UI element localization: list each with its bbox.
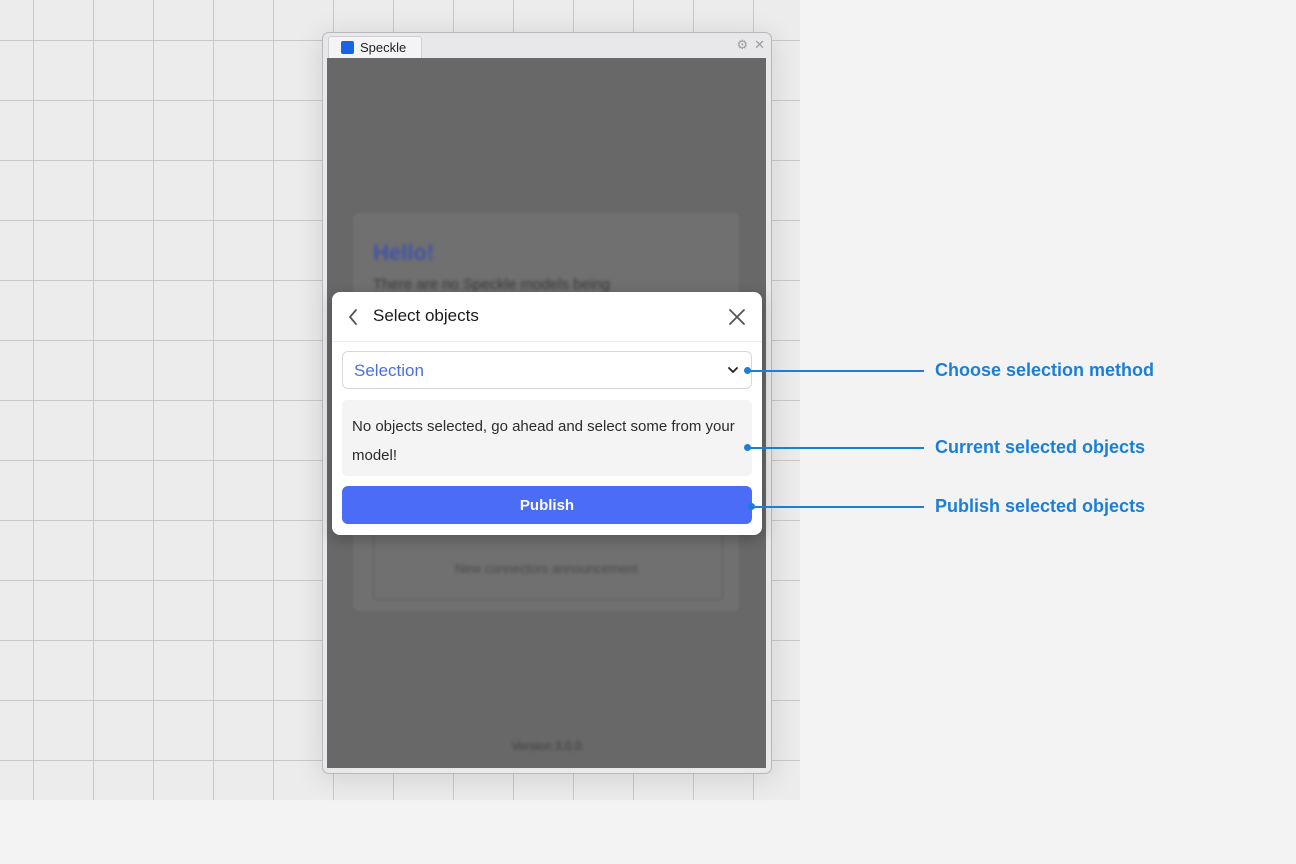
chevron-left-icon[interactable] xyxy=(346,307,360,327)
window-tab[interactable]: Speckle xyxy=(328,36,422,58)
selected-objects-info: No objects selected, go ahead and select… xyxy=(342,400,752,476)
callout-label-selected-objects: Current selected objects xyxy=(935,437,1146,457)
callout-label-selection-method: Choose selection method xyxy=(935,360,1155,380)
select-objects-dialog: Select objects Selection No objects sele… xyxy=(332,292,762,535)
callout-line xyxy=(748,370,924,372)
speckle-logo-icon xyxy=(341,41,354,54)
chevron-down-icon xyxy=(728,367,738,373)
gear-icon[interactable]: ⚙ xyxy=(736,37,748,53)
background-intro-text: There are no Speckle models being xyxy=(373,276,610,293)
selection-method-value: Selection xyxy=(354,361,424,380)
window-controls: ⚙ ✕ xyxy=(736,37,765,53)
background-hello: Hello! xyxy=(373,240,435,265)
background-announcement: New connectors announcement xyxy=(455,561,638,576)
publish-button[interactable]: Publish xyxy=(342,486,752,524)
version-text: Version 3.0.0 xyxy=(511,739,582,753)
dialog-title: Select objects xyxy=(373,306,479,325)
tab-title: Speckle xyxy=(360,40,407,55)
selection-method-select[interactable]: Selection xyxy=(342,351,752,389)
callout-line xyxy=(748,447,924,449)
close-icon[interactable] xyxy=(728,308,746,326)
callout-line xyxy=(752,506,924,508)
dialog-header: Select objects xyxy=(332,292,762,342)
close-icon[interactable]: ✕ xyxy=(754,37,765,53)
callout-label-publish: Publish selected objects xyxy=(935,496,1146,516)
